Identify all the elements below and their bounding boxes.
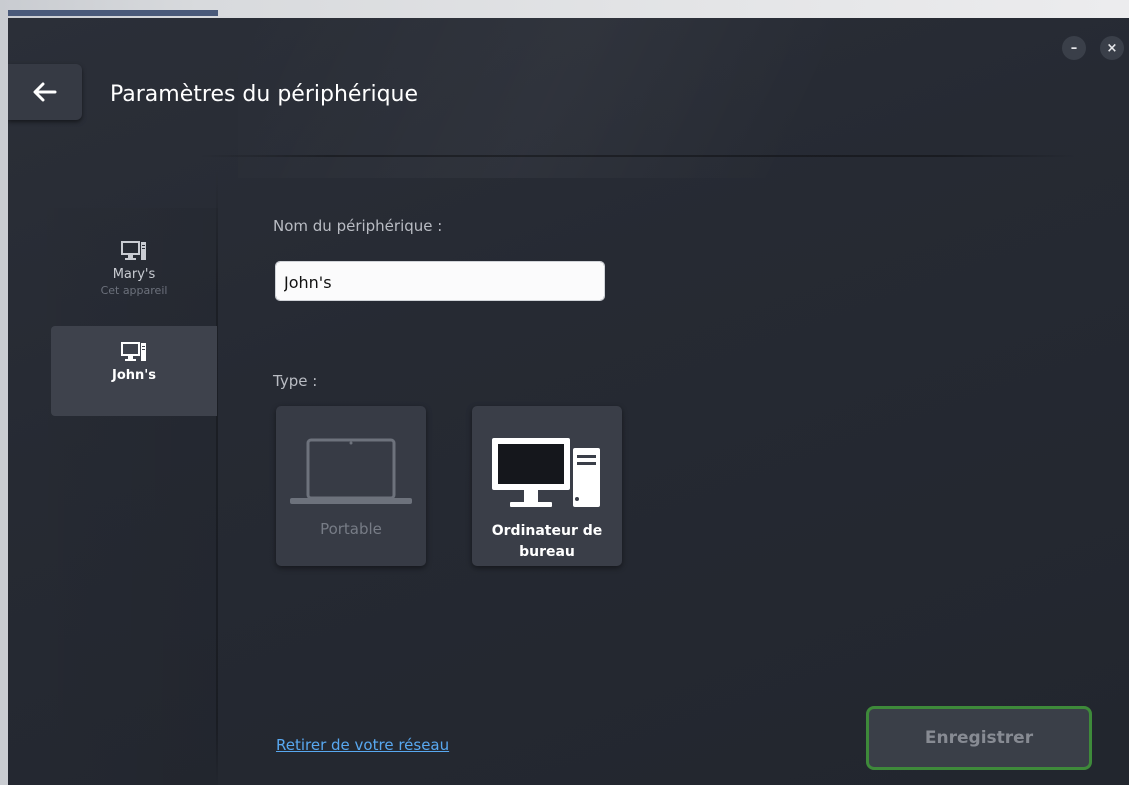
sidebar-device-subtitle: Cet appareil: [100, 284, 168, 297]
laptop-icon: [290, 438, 412, 504]
header-divider: [198, 155, 1078, 157]
type-option-label-line: Ordinateur de: [491, 523, 603, 539]
device-name-label: Nom du périphérique :: [273, 217, 443, 235]
arrow-left-icon: [33, 82, 57, 102]
close-icon: ×: [1106, 40, 1118, 56]
type-option-laptop[interactable]: Portable: [276, 406, 426, 566]
desktop-computer-icon: [492, 438, 600, 507]
minimize-button[interactable]: –: [1062, 36, 1086, 60]
sidebar-device-name: Mary's: [112, 267, 156, 282]
remove-from-network-link[interactable]: Retirer de votre réseau: [276, 736, 449, 754]
type-option-label: Ordinateur de bureau: [472, 521, 622, 563]
sidebar-device-name: John's: [112, 368, 156, 383]
type-option-label: Portable: [320, 520, 382, 538]
sidebar-device-marys[interactable]: Mary's Cet appareil: [51, 225, 217, 315]
close-button[interactable]: ×: [1100, 36, 1124, 60]
window-top-accent: [8, 10, 218, 16]
type-label: Type :: [273, 372, 318, 390]
minimize-icon: –: [1070, 40, 1078, 56]
back-button[interactable]: [8, 64, 82, 120]
device-name-input[interactable]: [275, 261, 605, 301]
sidebar-device-johns[interactable]: John's: [51, 326, 217, 416]
desktop-computer-icon: [121, 342, 146, 361]
desktop-computer-icon: [121, 241, 146, 260]
type-option-label-line: bureau: [519, 544, 575, 560]
save-button[interactable]: Enregistrer: [866, 706, 1092, 770]
page-title: Paramètres du périphérique: [110, 82, 419, 107]
type-option-desktop[interactable]: Ordinateur de bureau: [472, 406, 622, 566]
device-settings-window: – × Paramètres du périphérique Mary's Ce…: [8, 18, 1129, 785]
